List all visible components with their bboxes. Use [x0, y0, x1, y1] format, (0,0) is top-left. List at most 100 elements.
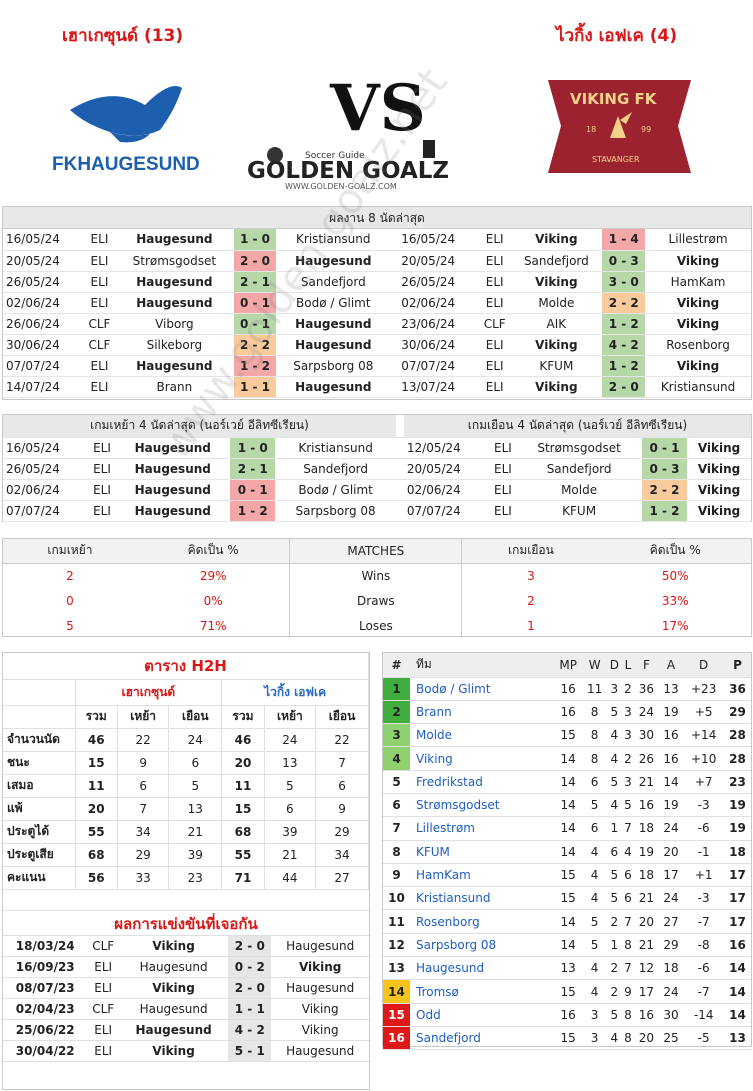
home-fixture-away-team: Kristiansund [275, 437, 396, 459]
league-team-link[interactable]: Lillestrøm [410, 816, 555, 841]
h2h-cell: 5 [168, 774, 223, 798]
h2h-home-team: เฮาเกซุนด์ [75, 679, 223, 706]
league-team-link[interactable]: Rosenborg [410, 909, 555, 934]
home-fixture-score: 0 - 1 [233, 313, 277, 335]
league-team-link[interactable]: Haugesund [410, 956, 555, 981]
league-cell: -6 [683, 816, 725, 841]
result-home-team: Haugesund [118, 956, 229, 978]
league-cell: -6 [683, 956, 725, 981]
away-fixture-home-team: Viking [510, 229, 603, 251]
league-row[interactable]: 8 KFUM 14 4 6 4 19 20 -1 18 [383, 840, 751, 864]
league-cell: 4 [582, 840, 607, 864]
league-cell: 20 [634, 909, 659, 934]
league-row[interactable]: 6 Strømsgodset 14 5 4 5 16 19 -3 19 [383, 793, 751, 818]
league-cell: 18 [658, 956, 684, 981]
league-row[interactable]: 10 Kristiansund 15 4 5 6 21 24 -3 17 [383, 886, 751, 911]
fixture-row: 14/07/24 ELI Brann 1 - 1 Haugesund 13/07/24 EL… [3, 376, 751, 398]
h2h-col-header: เยือน [168, 705, 223, 729]
away-fixture-competition: ELI [489, 458, 517, 480]
h2h-col-header-row: รวม เหย้า เยือน รวม เหย้า เยือน [3, 705, 369, 729]
league-team-link[interactable]: KFUM [410, 840, 555, 864]
last4-away-title: เกมเยือน 4 นัดล่าสุด (นอร์เวย์ อีลิทซีเร… [403, 415, 751, 438]
result-home-team: Haugesund [118, 998, 229, 1020]
home-fixture-away-team: Bodø / Glimt [275, 479, 396, 501]
league-row[interactable]: 1 Bodø / Glimt 16 11 3 2 36 13 +23 36 [383, 677, 751, 701]
h2h-cell: 24 [168, 728, 223, 752]
home-fixture-score: 1 - 0 [230, 437, 276, 459]
h2h-cell: 6 [264, 797, 317, 821]
league-cell: 1 [606, 816, 622, 841]
league-cell: 18 [634, 863, 659, 888]
league-team-link[interactable]: Tromsø [410, 979, 555, 1004]
league-row[interactable]: 12 Sarpsborg 08 14 5 1 8 21 29 -8 16 [383, 933, 751, 958]
h2h-cell: 15 [221, 797, 265, 821]
away-fixture-competition: ELI [479, 271, 511, 293]
league-row[interactable]: 7 Lillestrøm 14 6 1 7 18 24 -6 19 [383, 816, 751, 841]
league-row[interactable]: 5 Fredrikstad 14 6 5 3 21 14 +7 23 [383, 770, 751, 794]
league-cell: 5 [606, 863, 622, 888]
league-team-link[interactable]: Molde [410, 723, 555, 748]
column-gap [390, 376, 399, 398]
league-row[interactable]: 15 Odd 16 3 5 8 16 30 -14 14 [383, 1003, 751, 1027]
league-row[interactable]: 16 Sandefjord 15 3 4 8 20 25 -5 13 [383, 1026, 751, 1051]
home-fixture-score: 2 - 0 [233, 250, 277, 272]
home-fixture-home-team: Strømsgodset [115, 250, 234, 272]
away-team-title: ไวกิ้ง เอฟเค (4) [556, 26, 678, 46]
league-points: 29 [724, 700, 751, 725]
haugesund-logo-text: FKHAUGESUND [52, 154, 200, 175]
league-position: 12 [383, 933, 410, 958]
league-position: 14 [383, 979, 410, 1004]
league-cell: 6 [582, 816, 607, 841]
away-fixture-score: 1 - 2 [602, 313, 646, 335]
column-gap [390, 355, 399, 377]
result-competition: CLF [87, 998, 119, 1020]
h2h-cell: 5 [264, 774, 317, 798]
column-gap [395, 479, 404, 501]
league-cell: -7 [683, 979, 725, 1004]
away-fixture-date: 12/05/24 [403, 437, 490, 459]
h2h-row-label: ประตูได้ [3, 820, 76, 844]
league-row[interactable]: 4 Viking 14 8 4 2 26 16 +10 28 [383, 746, 751, 771]
result-away-team: Viking [271, 998, 369, 1020]
league-points: 36 [724, 677, 751, 701]
h2h-cell: 34 [315, 843, 369, 867]
home-fixture-score: 2 - 1 [230, 458, 276, 480]
league-team-link[interactable]: Bodø / Glimt [410, 677, 555, 701]
league-points: 17 [724, 886, 751, 911]
league-cell: 4 [606, 1026, 622, 1051]
league-position: 3 [383, 723, 410, 748]
league-row[interactable]: 11 Rosenborg 14 5 2 7 20 27 -7 17 [383, 909, 751, 934]
league-position: 11 [383, 909, 410, 934]
result-date: 18/03/24 [3, 935, 88, 957]
result-date: 25/06/22 [3, 1019, 88, 1041]
league-team-link[interactable]: Brann [410, 700, 555, 725]
league-team-link[interactable]: HamKam [410, 863, 555, 888]
home-fixture-home-team: Silkeborg [115, 334, 234, 356]
league-row[interactable]: 2 Brann 16 8 5 3 24 19 +5 29 [383, 700, 751, 725]
league-row[interactable]: 3 Molde 15 8 4 3 30 16 +14 28 [383, 723, 751, 748]
result-row: 02/04/23 CLF Haugesund 1 - 1 Viking [3, 998, 369, 1020]
league-cell: 30 [634, 723, 659, 748]
h2h-cell: 27 [315, 866, 369, 890]
league-row[interactable]: 14 Tromsø 15 4 2 9 17 24 -7 14 [383, 979, 751, 1004]
league-team-link[interactable]: Kristiansund [410, 886, 555, 911]
away-fixture-score: 1 - 4 [602, 229, 646, 251]
home-fixture-competition: ELI [83, 229, 116, 251]
league-team-link[interactable]: Sandefjord [410, 1026, 555, 1051]
league-cell: 1 [606, 933, 622, 958]
away-fixture-date: 13/07/24 [398, 376, 480, 398]
league-team-link[interactable]: Fredrikstad [410, 770, 555, 794]
away-fixture-away-team: Viking [645, 355, 751, 377]
away-fixture-home-team: KFUM [510, 355, 603, 377]
league-cell: 29 [658, 933, 684, 958]
league-row[interactable]: 9 HamKam 15 4 5 6 18 17 +1 17 [383, 863, 751, 888]
league-cell: +23 [683, 677, 725, 701]
league-team-link[interactable]: Strømsgodset [410, 793, 555, 818]
away-fixture-score: 1 - 2 [602, 355, 646, 377]
league-cell: 2 [606, 909, 622, 934]
league-team-link[interactable]: Odd [410, 1003, 555, 1027]
league-team-link[interactable]: Sarpsborg 08 [410, 933, 555, 958]
league-row[interactable]: 13 Haugesund 13 4 2 7 12 18 -6 14 [383, 956, 751, 981]
league-team-link[interactable]: Viking [410, 746, 555, 771]
league-cell: 2 [606, 956, 622, 981]
